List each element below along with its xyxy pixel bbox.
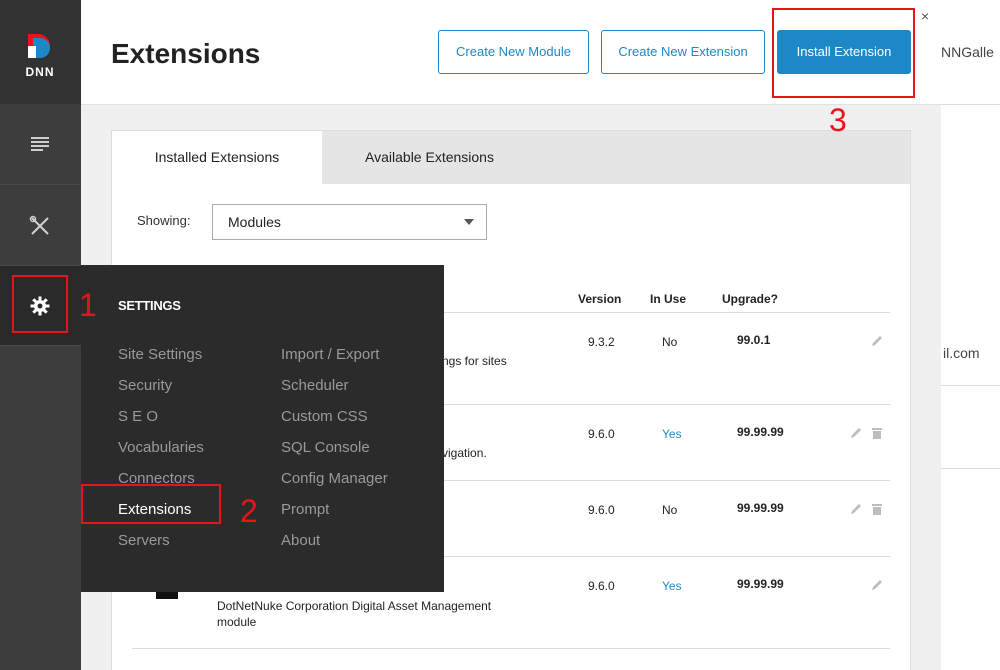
dnn-logo[interactable]: DNN [0,0,81,104]
page-title: Extensions [111,38,261,69]
menu-item-seo[interactable]: S E O [118,408,158,425]
dnn-logo-icon: DNN [26,34,55,79]
chevron-down-icon [464,219,474,225]
column-header-upgrade: Upgrade? [722,292,779,306]
extension-type-value: Modules [228,214,281,230]
row-version: 9.6.0 [588,579,615,593]
trash-icon[interactable] [870,502,884,516]
row-description: ngs for sites [442,354,507,368]
column-header-version: Version [578,292,622,306]
extension-type-select[interactable]: Modules [212,204,487,240]
content-icon [31,137,49,151]
menu-item-vocabularies[interactable]: Vocabularies [118,439,204,456]
row-description: vigation. [442,446,487,460]
logo-text: DNN [26,65,55,79]
row-in-use: Yes [662,579,682,593]
row-version: 9.6.0 [588,427,615,441]
background-text-top: NNGalle [941,44,994,60]
pencil-icon[interactable] [849,502,863,516]
menu-item-sql-console[interactable]: SQL Console [281,439,370,456]
row-in-use: Yes [662,427,682,441]
background-divider [941,385,1000,386]
tab-bar: Installed Extensions Available Extension… [112,131,910,184]
tab-available-extensions[interactable]: Available Extensions [322,131,537,184]
tab-installed-extensions[interactable]: Installed Extensions [112,131,322,184]
menu-item-prompt[interactable]: Prompt [281,501,329,518]
menu-item-custom-css[interactable]: Custom CSS [281,408,368,425]
row-description: module [217,615,257,629]
left-nav-rail: DNN [0,0,81,670]
menu-item-about[interactable]: About [281,532,320,549]
pencil-icon[interactable] [870,578,884,592]
background-divider [941,468,1000,469]
row-divider [132,648,890,649]
annotation-box-extensions [81,484,221,524]
settings-menu-title: SETTINGS [118,298,181,313]
menu-item-scheduler[interactable]: Scheduler [281,377,349,394]
annotation-box-install [772,8,915,98]
row-in-use: No [662,335,678,349]
background-text-mid: il.com [943,345,980,361]
menu-item-servers[interactable]: Servers [118,532,170,549]
settings-flyout-menu: SETTINGS Site Settings Security S E O Vo… [81,265,444,592]
create-new-extension-button[interactable]: Create New Extension [601,30,765,74]
menu-item-config-manager[interactable]: Config Manager [281,470,388,487]
pencil-icon[interactable] [849,426,863,440]
row-upgrade: 99.99.99 [737,425,784,439]
background-page: NNGalle il.com [941,0,1000,670]
pencil-icon[interactable] [870,334,884,348]
nav-content[interactable] [0,105,81,185]
annotation-step-3: 3 [829,102,847,138]
create-new-module-button[interactable]: Create New Module [438,30,589,74]
annotation-step-1: 1 [79,287,97,323]
row-upgrade: 99.0.1 [737,333,771,347]
row-in-use: No [662,503,678,517]
close-icon[interactable]: × [921,8,929,24]
menu-item-site-settings[interactable]: Site Settings [118,346,202,363]
row-description: DotNetNuke Corporation Digital Asset Man… [217,599,492,613]
row-upgrade: 99.99.99 [737,501,784,515]
tools-icon [29,215,49,235]
showing-label: Showing: [137,213,191,228]
menu-item-import-export[interactable]: Import / Export [281,346,379,363]
row-version: 9.6.0 [588,503,615,517]
column-header-in-use: In Use [650,292,687,306]
nav-manage[interactable] [0,186,81,266]
annotation-box-settings [12,275,68,333]
background-divider [941,104,1000,105]
annotation-step-2: 2 [240,493,258,529]
row-upgrade: 99.99.99 [737,577,784,591]
menu-item-security[interactable]: Security [118,377,172,394]
row-version: 9.3.2 [588,335,615,349]
trash-icon[interactable] [870,426,884,440]
